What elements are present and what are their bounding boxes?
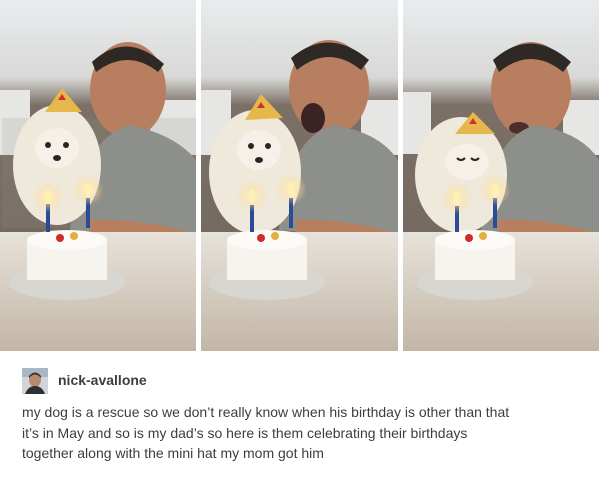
photo-strip	[0, 0, 599, 351]
caption-line: together along with the mini hat my mom …	[22, 445, 324, 461]
photo-2	[201, 0, 398, 351]
photo-3	[403, 0, 599, 351]
caption-line: my dog is a rescue so we don’t really kn…	[22, 404, 510, 420]
caption-line: it’s in May and so is my dad’s so here i…	[22, 424, 468, 441]
photo-1	[0, 0, 196, 351]
avatar-image	[22, 368, 48, 394]
avatar[interactable]	[22, 368, 48, 394]
username-link[interactable]: nick-avallone	[58, 371, 147, 389]
post: nick-avallone my dog is a rescue so we d…	[0, 351, 599, 477]
post-caption: my dog is a rescue so we don’t really kn…	[22, 402, 582, 464]
